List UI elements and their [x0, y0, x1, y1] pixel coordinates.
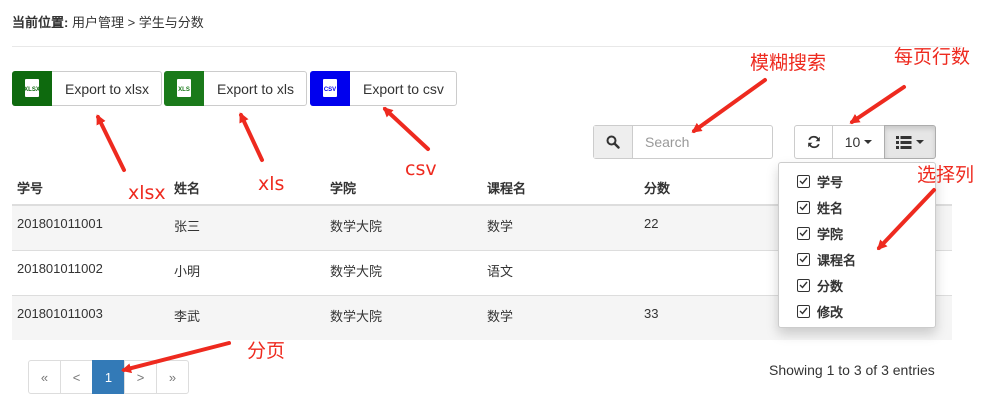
- annotation-paging: 分页: [247, 340, 286, 362]
- checkbox-checked-icon[interactable]: [797, 226, 810, 240]
- table-cell: 数学: [482, 294, 639, 340]
- column-toggle-course[interactable]: 课程名: [779, 246, 935, 272]
- page-size-dropdown[interactable]: 10: [832, 125, 885, 159]
- table-cell: 语文: [482, 249, 639, 295]
- checkbox-checked-icon[interactable]: [797, 304, 810, 318]
- export-csv-label: Export to csv: [363, 80, 444, 97]
- first-page-button[interactable]: «: [28, 360, 61, 394]
- column-header[interactable]: 姓名: [169, 171, 325, 206]
- table-toolbar: 10: [794, 125, 936, 159]
- table-cell: 201801011002: [12, 249, 169, 295]
- column-header[interactable]: 课程名: [482, 171, 639, 206]
- annotation-search: 模糊搜索: [750, 52, 827, 74]
- list-icon: [896, 135, 912, 149]
- table-cell: 小明: [169, 249, 325, 295]
- export-xls-button[interactable]: XLS Export to xls: [164, 70, 308, 106]
- table-cell: 201801011001: [12, 204, 169, 250]
- csv-file-icon: CSV: [310, 70, 350, 106]
- breadcrumb-label: 当前位置:: [12, 15, 69, 30]
- next-page-button[interactable]: >: [124, 360, 157, 394]
- breadcrumb: 当前位置: 用户管理 > 学生与分数: [12, 12, 204, 31]
- table-cell: 数学大院: [325, 249, 482, 295]
- caret-down-icon: [916, 140, 924, 144]
- xlsx-file-icon: XLSX: [12, 70, 52, 106]
- search-group: [593, 125, 773, 159]
- export-xlsx-button[interactable]: XLSX Export to xlsx: [12, 70, 163, 106]
- search-input[interactable]: [633, 126, 771, 158]
- caret-down-icon: [864, 140, 873, 144]
- page-size-value: 10: [844, 134, 861, 150]
- table-cell: 数学大院: [325, 294, 482, 340]
- prev-page-button[interactable]: <: [60, 360, 93, 394]
- xls-file-icon: XLS: [164, 70, 204, 106]
- column-toggle-score[interactable]: 分数: [779, 272, 935, 298]
- export-csv-button[interactable]: CSV Export to csv: [310, 70, 457, 106]
- refresh-icon: [807, 135, 820, 149]
- page-info: Showing 1 to 3 of 3 entries: [769, 362, 935, 378]
- export-xls-label: Export to xls: [217, 80, 295, 97]
- column-header[interactable]: 学院: [325, 171, 482, 206]
- table-cell: 数学大院: [325, 204, 482, 250]
- table-cell: 数学: [482, 204, 639, 250]
- annotation-rows-per-page: 每页行数: [894, 46, 971, 68]
- column-toggle-edit[interactable]: 修改: [779, 298, 935, 324]
- checkbox-checked-icon[interactable]: [797, 200, 810, 214]
- column-toggle-student-id[interactable]: 学号: [779, 168, 935, 194]
- annotation-select-columns: 选择列: [917, 164, 975, 186]
- table-cell: 201801011003: [12, 294, 169, 340]
- refresh-button[interactable]: [794, 125, 833, 159]
- checkbox-checked-icon[interactable]: [797, 252, 810, 266]
- annotation-csv: csv: [405, 158, 437, 180]
- table-cell: 张三: [169, 204, 325, 250]
- last-page-button[interactable]: »: [156, 360, 189, 394]
- pagination: « < 1 > »: [28, 360, 189, 394]
- table-cell: 李武: [169, 294, 325, 340]
- search-icon: [594, 126, 633, 158]
- checkbox-checked-icon[interactable]: [797, 278, 810, 292]
- divider: [12, 46, 962, 47]
- columns-dropdown[interactable]: [884, 125, 936, 159]
- column-toggle-college[interactable]: 学院: [779, 220, 935, 246]
- page-button-current[interactable]: 1: [92, 360, 125, 394]
- columns-menu: 学号 姓名 学院 课程名 分数 修改: [778, 162, 936, 328]
- export-xlsx-label: Export to xlsx: [65, 80, 150, 97]
- checkbox-checked-icon[interactable]: [797, 174, 810, 188]
- column-toggle-name[interactable]: 姓名: [779, 194, 935, 220]
- breadcrumb-path: 用户管理 > 学生与分数: [71, 15, 204, 30]
- annotation-xlsx: xlsx: [128, 182, 166, 204]
- annotation-xls: xls: [258, 173, 285, 195]
